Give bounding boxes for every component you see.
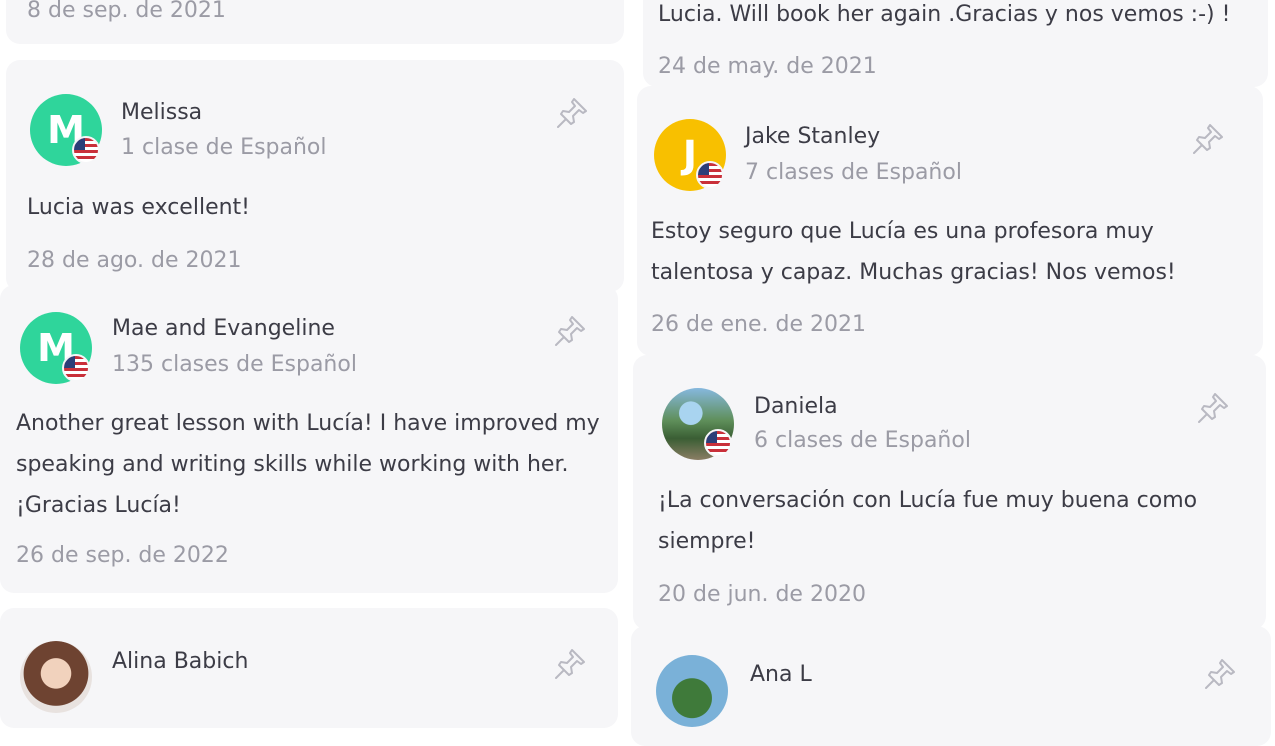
review-card: Lucia. Will book her again .Gracias y no… — [643, 0, 1268, 87]
review-card: Alina Babich — [0, 608, 618, 728]
review-text: Lucia was excellent! — [27, 195, 250, 220]
pin-icon[interactable] — [554, 95, 590, 131]
review-card: Ana L — [631, 626, 1271, 746]
avatar — [656, 655, 728, 727]
review-date: 28 de ago. de 2021 — [27, 248, 242, 273]
pin-icon[interactable] — [552, 313, 588, 349]
review-text: Another great lesson with Lucía! I have … — [16, 411, 600, 518]
reviewer-name: Jake Stanley — [745, 124, 881, 149]
avatar — [20, 641, 92, 713]
pin-icon[interactable] — [552, 646, 588, 682]
review-card: 8 de sep. de 2021 — [6, 0, 624, 44]
reviewer-name: Daniela — [754, 394, 838, 419]
reviewer-name: Ana L — [750, 662, 812, 687]
review-date: 26 de ene. de 2021 — [651, 312, 866, 337]
pin-icon[interactable] — [1190, 121, 1226, 157]
review-date: 20 de jun. de 2020 — [658, 582, 866, 607]
reviewer-name: Melissa — [121, 100, 203, 125]
us-flag-icon — [72, 136, 100, 164]
review-text: ¡La conversación con Lucía fue muy buena… — [658, 488, 1198, 554]
lesson-count: 6 clases de Español — [754, 428, 971, 453]
reviewer-name: Mae and Evangeline — [112, 316, 335, 341]
us-flag-icon — [704, 429, 732, 457]
lesson-count: 135 clases de Español — [112, 352, 357, 377]
pin-icon[interactable] — [1195, 390, 1231, 426]
review-date: 8 de sep. de 2021 — [27, 0, 226, 23]
review-card: J Jake Stanley 7 clases de Español Estoy… — [637, 86, 1263, 356]
lesson-count: 1 clase de Español — [121, 135, 327, 160]
lesson-count: 7 clases de Español — [745, 160, 962, 185]
review-date: 24 de may. de 2021 — [658, 54, 877, 79]
us-flag-icon — [696, 161, 724, 189]
review-text: Estoy seguro que Lucía es una profesora … — [651, 219, 1176, 285]
pin-icon[interactable] — [1202, 656, 1238, 692]
review-card: M Melissa 1 clase de Español Lucia was e… — [6, 60, 624, 292]
review-card: M Mae and Evangeline 135 clases de Españ… — [0, 285, 618, 593]
review-date: 26 de sep. de 2022 — [16, 543, 229, 568]
review-card: Daniela 6 clases de Español ¡La conversa… — [633, 355, 1266, 630]
us-flag-icon — [62, 354, 90, 382]
review-text: Lucia. Will book her again .Gracias y no… — [658, 2, 1231, 27]
reviewer-name: Alina Babich — [112, 649, 249, 674]
